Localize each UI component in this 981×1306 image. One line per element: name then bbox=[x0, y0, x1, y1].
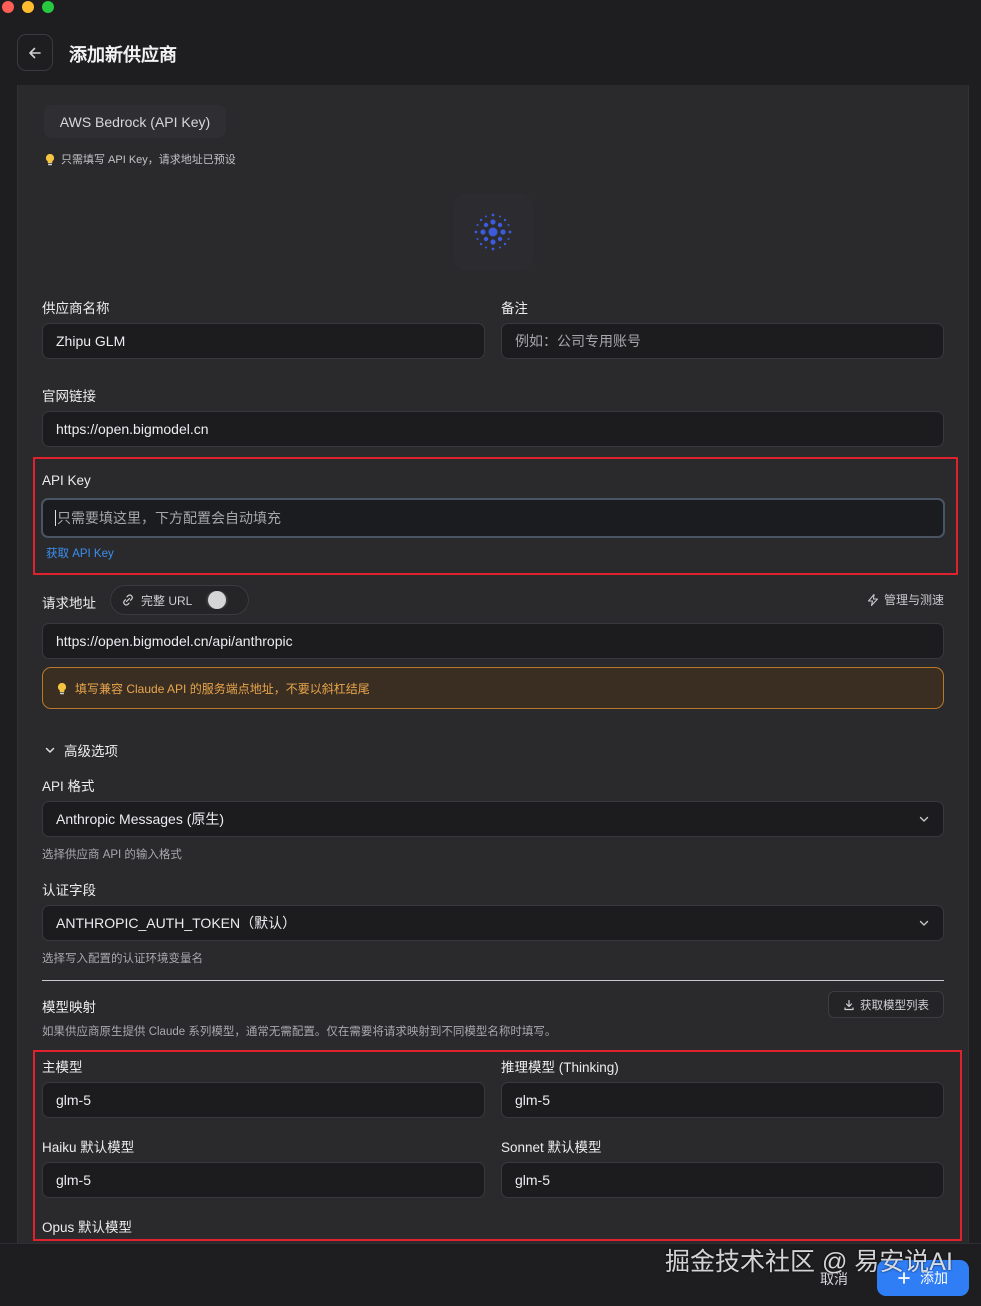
full-url-label: 完整 URL bbox=[141, 593, 193, 608]
provider-logo-icon bbox=[474, 213, 512, 251]
section-divider bbox=[42, 980, 944, 981]
endpoint-warning: 填写兼容 Claude API 的服务端点地址，不要以斜杠结尾 bbox=[42, 667, 944, 709]
provider-name-label: 供应商名称 bbox=[42, 301, 110, 316]
model-mapping-description: 如果供应商原生提供 Claude 系列模型，通常无需配置。仅在需要将请求映射到不… bbox=[42, 1026, 557, 1038]
manage-speedtest-button[interactable]: 管理与测速 bbox=[866, 591, 944, 608]
full-url-toggle[interactable]: 完整 URL bbox=[110, 585, 249, 615]
close-window-dot[interactable] bbox=[2, 1, 14, 13]
link-icon bbox=[123, 594, 133, 606]
plus-icon bbox=[898, 1272, 910, 1284]
cancel-button[interactable]: 取消 bbox=[820, 1269, 848, 1289]
back-button[interactable] bbox=[17, 34, 53, 71]
website-input[interactable]: https://open.bigmodel.cn bbox=[42, 411, 944, 447]
preset-chip[interactable]: AWS Bedrock (API Key) bbox=[44, 105, 226, 138]
manage-speedtest-label: 管理与测速 bbox=[884, 593, 945, 607]
website-label: 官网链接 bbox=[42, 389, 96, 404]
auth-field-select[interactable]: ANTHROPIC_AUTH_TOKEN（默认） bbox=[42, 905, 944, 941]
auth-field-help: 选择写入配置的认证环境变量名 bbox=[42, 953, 203, 965]
opus-model-label: Opus 默认模型 bbox=[42, 1220, 133, 1235]
provider-logo bbox=[453, 193, 533, 271]
window-controls bbox=[2, 1, 54, 13]
haiku-model-label: Haiku 默认模型 bbox=[42, 1140, 135, 1155]
lightning-icon bbox=[867, 593, 879, 606]
thinking-model-label: 推理模型 (Thinking) bbox=[501, 1060, 619, 1075]
download-icon bbox=[844, 999, 854, 1010]
chevron-down-icon bbox=[919, 816, 929, 822]
note-input[interactable]: 例如：公司专用账号 bbox=[501, 323, 944, 359]
text-caret bbox=[55, 510, 56, 526]
auth-field-value: ANTHROPIC_AUTH_TOKEN（默认） bbox=[56, 915, 297, 931]
endpoint-label: 请求地址 bbox=[42, 596, 96, 611]
main-model-input[interactable]: glm-5 bbox=[42, 1082, 485, 1118]
advanced-toggle[interactable]: 高级选项 bbox=[44, 740, 118, 760]
page-title: 添加新供应商 bbox=[69, 45, 177, 65]
preset-hint-text: 只需填写 API Key，请求地址已预设 bbox=[61, 154, 236, 166]
advanced-label: 高级选项 bbox=[64, 744, 118, 759]
api-format-help: 选择供应商 API 的输入格式 bbox=[42, 849, 182, 861]
arrow-left-icon bbox=[29, 47, 41, 58]
auth-field-label: 认证字段 bbox=[42, 883, 96, 898]
endpoint-input[interactable]: https://open.bigmodel.cn/api/anthropic bbox=[42, 623, 944, 659]
haiku-model-input[interactable]: glm-5 bbox=[42, 1162, 485, 1198]
api-key-placeholder: 只需要填这里，下方配置会自动填充 bbox=[57, 510, 281, 526]
thinking-model-input[interactable]: glm-5 bbox=[501, 1082, 944, 1118]
chevron-down-icon bbox=[919, 920, 929, 926]
maximize-window-dot[interactable] bbox=[42, 1, 54, 13]
lightbulb-icon bbox=[57, 682, 67, 694]
model-mapping-highlight bbox=[33, 1050, 962, 1241]
api-format-label: API 格式 bbox=[42, 779, 95, 794]
api-key-label: API Key bbox=[42, 473, 91, 488]
chevron-down-icon bbox=[45, 747, 55, 753]
main-model-label: 主模型 bbox=[42, 1060, 83, 1075]
endpoint-warning-text: 填写兼容 Claude API 的服务端点地址，不要以斜杠结尾 bbox=[75, 681, 370, 696]
sonnet-model-input[interactable]: glm-5 bbox=[501, 1162, 944, 1198]
lightbulb-icon bbox=[45, 153, 55, 165]
fetch-models-label: 获取模型列表 bbox=[860, 999, 929, 1012]
get-api-key-link[interactable]: 获取 API Key bbox=[46, 545, 114, 561]
api-format-value: Anthropic Messages (原生) bbox=[56, 811, 225, 827]
provider-name-input[interactable]: Zhipu GLM bbox=[42, 323, 485, 359]
model-mapping-title: 模型映射 bbox=[42, 1000, 96, 1015]
add-button[interactable]: 添加 bbox=[877, 1260, 969, 1296]
sonnet-model-label: Sonnet 默认模型 bbox=[501, 1140, 602, 1155]
api-key-input[interactable]: 只需要填这里，下方配置会自动填充 bbox=[41, 498, 945, 538]
full-url-switch[interactable] bbox=[206, 591, 229, 609]
minimize-window-dot[interactable] bbox=[22, 1, 34, 13]
api-format-select[interactable]: Anthropic Messages (原生) bbox=[42, 801, 944, 837]
fetch-models-button[interactable]: 获取模型列表 bbox=[828, 991, 944, 1018]
add-button-label: 添加 bbox=[920, 1270, 948, 1286]
note-label: 备注 bbox=[501, 301, 528, 316]
preset-hint: 只需填写 API Key，请求地址已预设 bbox=[45, 151, 236, 167]
